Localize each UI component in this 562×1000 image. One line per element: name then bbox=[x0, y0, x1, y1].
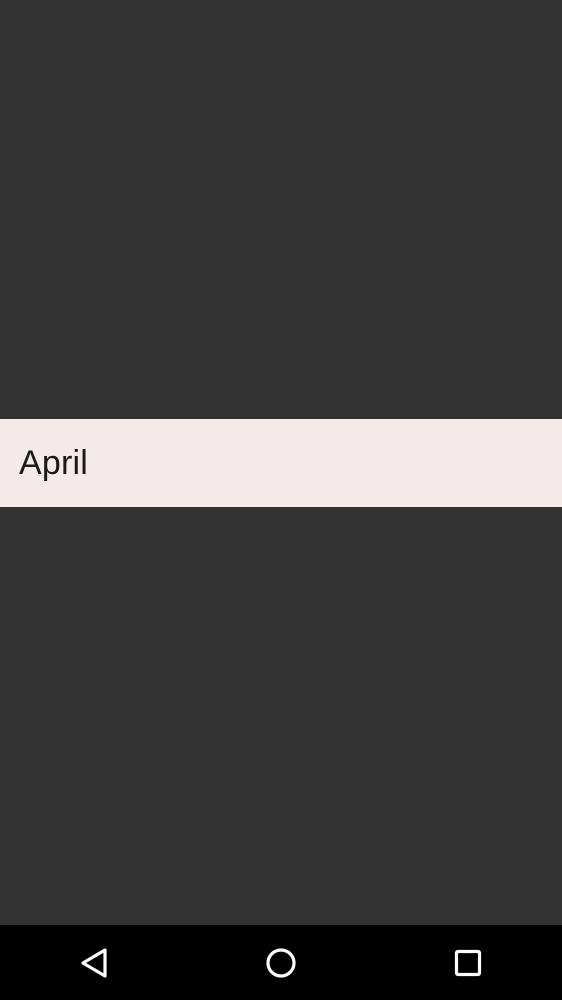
home-icon bbox=[266, 947, 296, 978]
app-screen: April bbox=[0, 0, 562, 925]
dropdown-item-label: April bbox=[19, 444, 89, 482]
back-button[interactable] bbox=[54, 925, 134, 1000]
recents-icon bbox=[454, 949, 482, 976]
system-navigation-bar bbox=[0, 925, 562, 1000]
month-dropdown-popup: April bbox=[0, 419, 562, 507]
back-icon bbox=[81, 947, 107, 978]
recents-button[interactable] bbox=[428, 925, 508, 1000]
home-button[interactable] bbox=[241, 925, 321, 1000]
dropdown-item-april[interactable]: April bbox=[0, 419, 562, 507]
